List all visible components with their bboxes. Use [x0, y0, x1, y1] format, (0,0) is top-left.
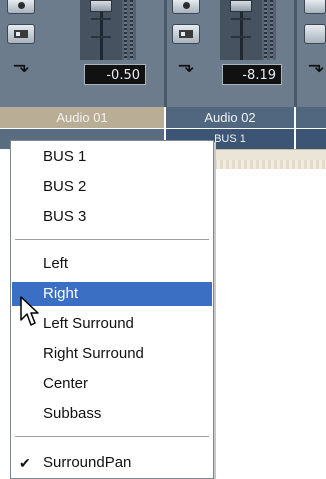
fader-tick: [91, 18, 111, 20]
mixer-panel: ⬎ -0.50 ⬎ -8.19 ⬎: [0, 0, 326, 107]
checkmark-icon: ✔: [19, 455, 31, 471]
automation-icon[interactable]: ⬎: [7, 52, 35, 78]
output-routing-menu: BUS 1 BUS 2 BUS 3 Left Right Left Surrou…: [10, 140, 214, 479]
record-icon: [18, 2, 25, 9]
menu-item-center[interactable]: Center: [12, 372, 212, 396]
menu-separator: [15, 436, 209, 437]
volume-value-audio-01[interactable]: -0.50: [84, 64, 146, 85]
menu-item-surroundpan-label: SurroundPan: [43, 454, 132, 471]
channel-name-next[interactable]: [296, 107, 326, 128]
fader-handle[interactable]: [90, 0, 112, 12]
automation-icon[interactable]: ⬎: [302, 52, 326, 78]
menu-item-surroundpan[interactable]: ✔ SurroundPan: [12, 451, 212, 475]
record-button[interactable]: [7, 0, 35, 14]
record-button[interactable]: [304, 0, 326, 14]
strip-divider: [294, 0, 297, 107]
menu-separator: [15, 239, 209, 240]
level-meter-audio-02: [262, 0, 276, 60]
level-meter-audio-01: [122, 0, 136, 60]
menu-item-bus-3[interactable]: BUS 3: [12, 205, 212, 229]
insert-icon: [14, 30, 28, 38]
channel-name-audio-01[interactable]: Audio 01: [0, 107, 164, 128]
menu-item-subbass[interactable]: Subbass: [12, 402, 212, 426]
menu-item-right-surround[interactable]: Right Surround: [12, 342, 212, 366]
insert-button[interactable]: [172, 24, 200, 44]
insert-button[interactable]: [304, 24, 326, 44]
volume-fader-audio-02[interactable]: [220, 0, 262, 60]
mouse-pointer-icon: [20, 296, 39, 326]
record-icon: [183, 2, 190, 9]
record-button[interactable]: [172, 0, 200, 14]
fader-tick: [231, 36, 251, 38]
fader-tick: [91, 36, 111, 38]
output-route-next[interactable]: [296, 129, 326, 149]
channel-name-audio-02[interactable]: Audio 02: [166, 107, 294, 128]
fader-tick: [231, 18, 251, 20]
menu-item-left-surround[interactable]: Left Surround: [12, 312, 212, 336]
volume-fader-audio-01[interactable]: [80, 0, 122, 60]
insert-icon: [179, 30, 193, 38]
fader-handle[interactable]: [230, 0, 252, 12]
lower-panel-texture: [214, 160, 326, 169]
menu-item-bus-1[interactable]: BUS 1: [12, 145, 212, 169]
strip-divider: [164, 0, 167, 107]
menu-item-bus-2[interactable]: BUS 2: [12, 175, 212, 199]
insert-button[interactable]: [7, 24, 35, 44]
menu-item-right[interactable]: Right: [12, 282, 212, 306]
volume-value-audio-02[interactable]: -8.19: [222, 64, 282, 85]
menu-item-left[interactable]: Left: [12, 252, 212, 276]
automation-icon[interactable]: ⬎: [172, 52, 200, 78]
